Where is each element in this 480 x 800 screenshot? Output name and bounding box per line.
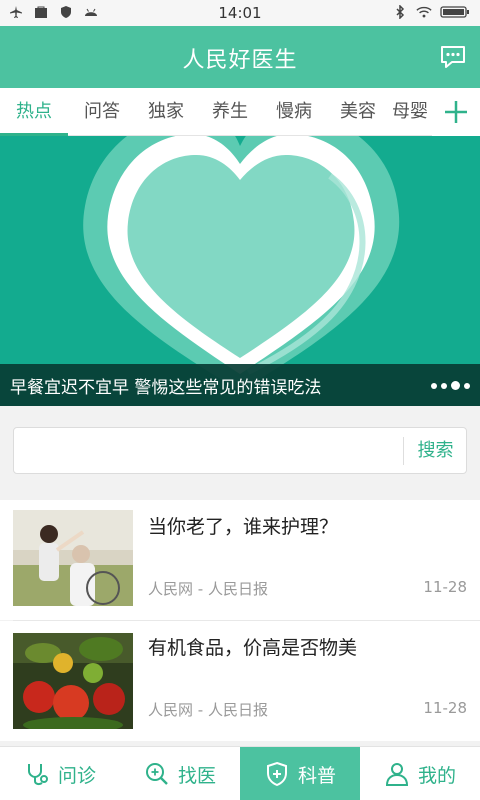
bottom-nav: 问诊 找医 科普 我的 (0, 746, 480, 800)
tab-qa[interactable]: 问答 (70, 88, 134, 136)
search-bar: 搜索 (13, 427, 467, 474)
banner-carousel[interactable]: 早餐宜迟不宜早 警惕这些常见的错误吃法 (0, 136, 480, 406)
bluetooth-icon (392, 4, 408, 20)
nav-science-label: 科普 (297, 764, 336, 787)
banner-title: 早餐宜迟不宜早 警惕这些常见的错误吃法 (10, 378, 322, 398)
status-bar: 14:01 (0, 0, 480, 26)
nav-mine[interactable]: 我的 (360, 747, 480, 800)
news-item[interactable]: 当你老了，谁来护理？ 人民网 - 人民日报 11-28 (0, 500, 480, 620)
search-input[interactable] (22, 434, 402, 467)
category-tabs: 热点 问答 独家 养生 慢病 美容 母婴 (0, 88, 480, 136)
news-date: 11-28 (423, 699, 467, 717)
news-source: 人民网 - 人民日报 (148, 701, 268, 719)
status-right-icons (392, 4, 470, 20)
carousel-indicator (431, 381, 470, 390)
add-tab-button[interactable] (432, 88, 480, 136)
carousel-dot (441, 382, 447, 389)
news-thumbnail (13, 633, 133, 729)
nav-consult-label: 问诊 (57, 764, 96, 787)
news-item[interactable]: 有机食品，价高是否物美 人民网 - 人民日报 11-28 (0, 621, 480, 741)
news-date: 11-28 (423, 578, 467, 596)
nav-find-doctor-label: 找医 (177, 764, 216, 787)
chat-bubble-icon[interactable] (438, 42, 468, 72)
battery-icon (440, 4, 470, 20)
carousel-dot-active (451, 381, 460, 390)
banner-caption: 早餐宜迟不宜早 警惕这些常见的错误吃法 (0, 364, 480, 406)
stethoscope-icon (27, 764, 48, 786)
tab-beauty[interactable]: 美容 (326, 88, 390, 136)
app-bar: 人民好医生 (0, 26, 480, 88)
tab-wellness[interactable]: 养生 (198, 88, 262, 136)
carousel-dot (431, 382, 437, 389)
nav-mine-label: 我的 (417, 764, 456, 787)
carousel-dot (464, 382, 470, 389)
nav-science[interactable]: 科普 (240, 747, 360, 800)
nav-consult[interactable]: 问诊 (0, 747, 120, 800)
shield-plus-icon (266, 761, 287, 787)
user-icon (385, 763, 408, 786)
app-title: 人民好医生 (182, 48, 298, 73)
tab-chronic[interactable]: 慢病 (262, 88, 326, 136)
news-title: 有机食品，价高是否物美 (148, 637, 358, 659)
news-thumbnail (13, 510, 133, 606)
tab-hot[interactable]: 热点 (2, 88, 66, 136)
news-title: 当你老了，谁来护理？ (148, 516, 339, 538)
plus-icon (445, 101, 467, 123)
wifi-icon (416, 4, 432, 20)
tab-exclusive[interactable]: 独家 (134, 88, 198, 136)
search-button[interactable]: 搜索 (404, 428, 467, 473)
tab-maternity[interactable]: 母婴 (392, 88, 436, 136)
search-doctor-icon (145, 763, 168, 785)
nav-find-doctor[interactable]: 找医 (120, 747, 240, 800)
news-source: 人民网 - 人民日报 (148, 580, 268, 598)
